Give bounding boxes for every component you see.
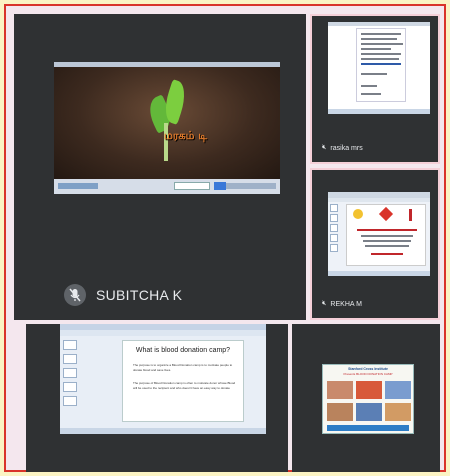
participant-label: 🔇︎ rasika mrs <box>322 144 363 152</box>
shared-screen <box>328 192 430 276</box>
slide <box>346 204 426 266</box>
seedling-image: மரகம் டி <box>54 67 280 179</box>
poster-photo <box>327 381 353 399</box>
mic-off-icon: 🔇︎ <box>322 300 327 307</box>
shared-screen: மரகம் டி <box>54 62 280 194</box>
slide-title: மரகம் டி <box>164 129 208 142</box>
mic-off-icon[interactable] <box>64 284 86 306</box>
shared-screen: What is blood donation camp? The purpose… <box>60 324 266 434</box>
poster-photo <box>385 381 411 399</box>
poster-photo <box>327 403 353 421</box>
logo-right <box>409 209 417 221</box>
poster-photo <box>356 403 382 421</box>
video-tile-bottom-left[interactable]: What is blood donation camp? The purpose… <box>26 324 288 472</box>
video-tile-main[interactable]: மரகம் டி SUBITCHA K <box>14 14 306 320</box>
slide-bullet: The purpose of Blood Donation camp is of… <box>133 381 236 390</box>
mic-off-icon: 🔇︎ <box>322 144 327 151</box>
participant-name: rasika mrs <box>330 144 363 152</box>
logo-center <box>378 206 394 222</box>
shared-screen <box>328 22 430 114</box>
participant-name: REKHA M <box>330 300 362 308</box>
poster-footer <box>327 425 409 431</box>
slide: What is blood donation camp? The purpose… <box>122 340 244 422</box>
video-tile-bottom-right[interactable]: Stanford Cross Institute Presents BLOOD … <box>292 324 440 472</box>
poster-subtitle: Presents BLOOD DONATION CAMP <box>343 372 393 376</box>
document-page <box>356 28 406 102</box>
poster-photo <box>385 403 411 421</box>
logo-left <box>353 209 363 219</box>
participant-label: 🔇︎ REKHA M <box>322 300 362 308</box>
participant-name: SUBITCHA K <box>96 287 183 303</box>
participant-label: SUBITCHA K <box>64 284 182 306</box>
slide-title: What is blood donation camp? <box>135 347 231 354</box>
poster-title: Stanford Cross Institute <box>348 367 388 371</box>
video-tile-rasika[interactable]: 🔇︎ rasika mrs <box>310 14 440 164</box>
slide-bullet: The purpose is to organize a Blood Donat… <box>133 363 233 372</box>
poster-photo <box>356 381 382 399</box>
taskbar <box>54 179 280 194</box>
video-tile-rekha[interactable]: 🔇︎ REKHA M <box>310 168 440 320</box>
poster: Stanford Cross Institute Presents BLOOD … <box>322 364 414 434</box>
